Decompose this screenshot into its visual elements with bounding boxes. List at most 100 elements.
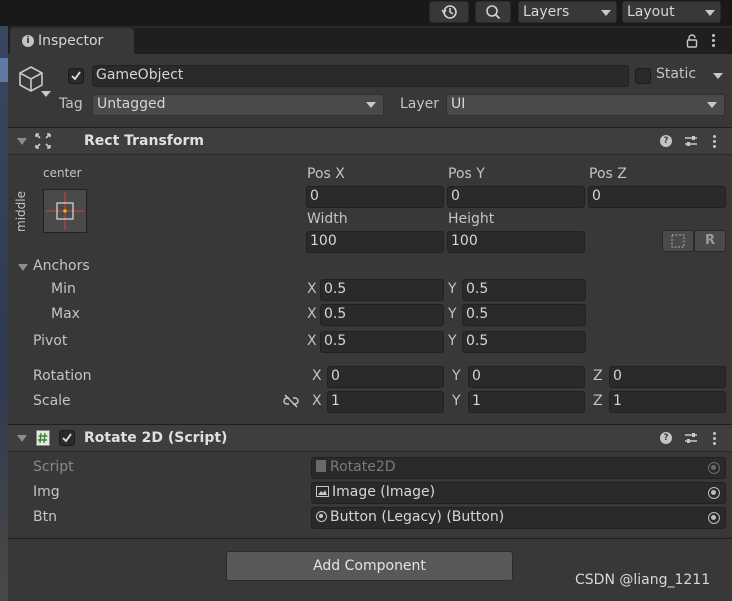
- layers-dropdown[interactable]: Layers: [518, 1, 617, 23]
- search-icon: [486, 5, 501, 20]
- rotation-label: Rotation: [33, 368, 92, 384]
- width-label: Width: [307, 211, 348, 227]
- chevron-down-icon: [366, 102, 376, 108]
- layer-value: UI: [451, 96, 466, 112]
- pos-z-input[interactable]: 0: [588, 186, 726, 208]
- anchor-v-label: middle: [14, 191, 28, 232]
- btn-object-field[interactable]: Button (Legacy) (Button): [311, 507, 726, 529]
- anchor-min-x-input[interactable]: 0.5: [320, 279, 444, 301]
- layer-dropdown[interactable]: UI: [446, 94, 725, 116]
- anchor-max-x-input[interactable]: 0.5: [320, 304, 444, 326]
- info-icon: i: [22, 35, 34, 47]
- pivot-y-label: Y: [448, 333, 457, 349]
- chevron-down-icon: [707, 102, 717, 108]
- pivot-y-input[interactable]: 0.5: [462, 331, 586, 353]
- max-label: Max: [51, 306, 80, 322]
- layout-label: Layout: [627, 4, 675, 20]
- watermark: CSDN @liang_1211: [575, 572, 711, 588]
- object-picker-icon: [708, 462, 720, 474]
- component-menu-icon[interactable]: [713, 432, 717, 446]
- rotation-x-input[interactable]: 0: [327, 366, 444, 388]
- scale-z-label: Z: [593, 393, 603, 409]
- height-input[interactable]: 100: [447, 231, 585, 253]
- blueprint-mode-button[interactable]: [662, 230, 694, 252]
- search-button[interactable]: [475, 1, 511, 23]
- script-field: Rotate2D: [311, 457, 726, 479]
- pos-y-label: Pos Y: [448, 166, 485, 182]
- script-label: Script: [33, 459, 74, 475]
- static-label: Static: [656, 66, 697, 82]
- tab-menu-icon[interactable]: [712, 34, 716, 48]
- img-label: Img: [33, 484, 60, 500]
- chevron-down-icon: [705, 10, 715, 16]
- min-label: Min: [51, 281, 76, 297]
- scale-label: Scale: [33, 393, 71, 409]
- help-icon[interactable]: ?: [660, 432, 672, 444]
- rot-x-label: X: [312, 368, 322, 384]
- img-value: Image (Image): [332, 484, 436, 500]
- rot-y-label: Y: [452, 368, 461, 384]
- tag-dropdown[interactable]: Untagged: [92, 94, 384, 116]
- foldout-arrow-icon[interactable]: [17, 138, 27, 145]
- pos-z-label: Pos Z: [589, 166, 627, 182]
- scale-y-input[interactable]: 1: [468, 391, 585, 413]
- max-x-label: X: [307, 306, 317, 322]
- anchor-min-y-input[interactable]: 0.5: [462, 279, 586, 301]
- scale-z-input[interactable]: 1: [609, 391, 726, 413]
- min-x-label: X: [307, 281, 317, 297]
- pos-x-label: Pos X: [307, 166, 345, 182]
- height-label: Height: [448, 211, 495, 227]
- foldout-arrow-icon[interactable]: [17, 435, 27, 442]
- anchors-label: Anchors: [33, 258, 90, 274]
- rotate2d-title: Rotate 2D (Script): [84, 430, 228, 446]
- max-y-label: Y: [448, 306, 457, 322]
- button-icon: [316, 511, 327, 522]
- script-enabled-checkbox[interactable]: [59, 430, 75, 446]
- help-icon[interactable]: ?: [660, 135, 672, 147]
- icon-dropdown-arrow[interactable]: [41, 91, 51, 97]
- width-input[interactable]: 100: [306, 231, 444, 253]
- object-picker-icon[interactable]: [708, 487, 720, 499]
- tab-label: Inspector: [38, 33, 104, 49]
- btn-label: Btn: [33, 509, 57, 525]
- img-object-field[interactable]: Image (Image): [311, 482, 726, 504]
- anchors-foldout-icon[interactable]: [18, 264, 28, 271]
- scale-y-label: Y: [452, 393, 461, 409]
- rotation-z-input[interactable]: 0: [609, 366, 726, 388]
- anchor-presets-button[interactable]: [43, 189, 87, 233]
- script-file-icon: [316, 460, 326, 472]
- add-component-button[interactable]: Add Component: [226, 551, 513, 581]
- tab-inspector[interactable]: i Inspector: [10, 28, 134, 54]
- raw-edit-button[interactable]: R: [694, 230, 726, 252]
- static-dropdown-arrow[interactable]: [713, 73, 723, 79]
- tag-value: Untagged: [97, 96, 166, 112]
- layout-dropdown[interactable]: Layout: [622, 1, 721, 23]
- checkmark-icon: [71, 71, 81, 81]
- pos-y-input[interactable]: 0: [447, 186, 585, 208]
- static-checkbox[interactable]: [635, 68, 651, 84]
- component-menu-icon[interactable]: [713, 135, 717, 149]
- script-value: Rotate2D: [330, 459, 396, 475]
- rotation-y-input[interactable]: 0: [468, 366, 585, 388]
- active-checkbox[interactable]: [68, 68, 84, 84]
- pos-x-input[interactable]: 0: [306, 186, 444, 208]
- lock-icon[interactable]: [686, 34, 698, 48]
- scale-x-label: X: [312, 393, 322, 409]
- anchor-preset-icon: [46, 192, 84, 230]
- scene-view-edge: [0, 26, 8, 601]
- anchor-max-y-input[interactable]: 0.5: [462, 304, 586, 326]
- constrain-proportions-icon[interactable]: [283, 394, 299, 408]
- image-icon: [316, 486, 329, 497]
- gameobject-name-input[interactable]: GameObject: [92, 65, 629, 87]
- rect-transform-icon: [35, 133, 51, 149]
- divider: [8, 538, 732, 539]
- min-y-label: Y: [448, 281, 457, 297]
- preset-icon[interactable]: [684, 134, 698, 148]
- scale-x-input[interactable]: 1: [327, 391, 444, 413]
- object-picker-icon[interactable]: [708, 512, 720, 524]
- preset-icon[interactable]: [684, 431, 698, 445]
- pivot-x-input[interactable]: 0.5: [320, 331, 444, 353]
- blueprint-icon: [671, 234, 685, 248]
- chevron-down-icon: [601, 10, 611, 16]
- history-button[interactable]: [429, 1, 469, 23]
